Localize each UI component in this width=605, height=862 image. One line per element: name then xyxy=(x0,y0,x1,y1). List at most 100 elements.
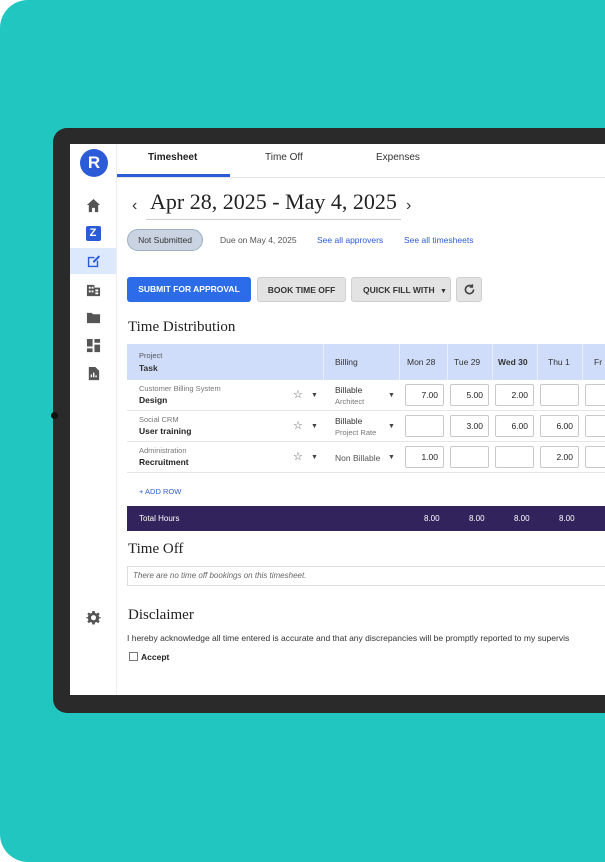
day-header-thu: Thu 1 xyxy=(548,357,570,367)
time-off-title: Time Off xyxy=(128,541,184,557)
book-time-off-button[interactable]: BOOK TIME OFF xyxy=(257,277,346,302)
total-tue: 8.00 xyxy=(469,514,485,523)
table-row: Social CRM User training ☆ ▼ Billable Pr… xyxy=(127,411,605,442)
project-header: Project xyxy=(139,351,163,360)
favorite-star-icon[interactable]: ☆ xyxy=(293,419,303,432)
row-menu-chevron-icon[interactable]: ▼ xyxy=(311,454,318,461)
column-divider xyxy=(582,344,583,380)
column-divider xyxy=(399,344,400,380)
task-header: Task xyxy=(139,363,158,373)
row-billing-role: Architect xyxy=(335,397,365,406)
row-menu-chevron-icon[interactable]: ▼ xyxy=(311,423,318,430)
row-task: Design xyxy=(139,395,168,405)
hours-input[interactable]: 6.00 xyxy=(540,415,579,437)
checkbox-box[interactable] xyxy=(129,652,138,661)
sidebar: R Z xyxy=(70,144,117,695)
zoom-app-icon[interactable]: Z xyxy=(70,220,116,246)
table-row: Customer Billing System Design ☆ ▼ Billa… xyxy=(127,380,605,411)
column-divider xyxy=(537,344,538,380)
hours-input[interactable] xyxy=(585,446,605,468)
date-underline xyxy=(146,219,401,220)
row-billing[interactable]: Billable xyxy=(335,385,362,395)
column-divider xyxy=(323,344,324,380)
quick-fill-button[interactable]: QUICK FILL WITH ▼ xyxy=(351,277,451,302)
row-menu-chevron-icon[interactable]: ▼ xyxy=(311,392,318,399)
folder-icon[interactable] xyxy=(70,304,116,330)
tab-time-off[interactable]: Time Off xyxy=(265,152,303,163)
add-row-link[interactable]: + ADD ROW xyxy=(139,487,181,496)
next-week-button[interactable]: › xyxy=(406,197,411,215)
zoom-app-label: Z xyxy=(85,225,101,241)
hours-input[interactable]: 2.00 xyxy=(540,446,579,468)
time-off-empty-message: There are no time off bookings on this t… xyxy=(127,566,605,586)
hours-input[interactable]: 7.00 xyxy=(405,384,444,406)
total-hours-label: Total Hours xyxy=(139,514,180,523)
row-project: Administration xyxy=(139,446,187,455)
tab-expenses[interactable]: Expenses xyxy=(376,152,420,163)
hours-input[interactable] xyxy=(540,384,579,406)
hours-input[interactable] xyxy=(495,446,534,468)
accept-label: Accept xyxy=(141,652,170,662)
building-icon[interactable] xyxy=(70,276,116,302)
home-icon[interactable] xyxy=(70,192,116,218)
hours-input[interactable] xyxy=(450,446,489,468)
table-row: Administration Recruitment ☆ ▼ Non Billa… xyxy=(127,442,605,473)
quick-fill-label: QUICK FILL WITH xyxy=(363,285,435,295)
billing-dropdown-chevron-icon[interactable]: ▼ xyxy=(388,392,395,399)
app-screen: R Z Timesheet Time Off Expenses ‹ Apr 28… xyxy=(70,144,605,695)
accept-checkbox[interactable]: Accept xyxy=(129,652,169,662)
tab-timesheet[interactable]: Timesheet xyxy=(148,152,197,163)
submit-for-approval-button[interactable]: SUBMIT FOR APPROVAL xyxy=(127,277,251,302)
total-hours-row: Total Hours 8.00 8.00 8.00 8.00 xyxy=(127,506,605,531)
tablet-camera xyxy=(51,412,58,419)
row-billing-role: Project Rate xyxy=(335,428,377,437)
status-badge: Not Submitted xyxy=(127,229,203,251)
row-billing[interactable]: Billable xyxy=(335,416,362,426)
hours-input[interactable]: 1.00 xyxy=(405,446,444,468)
favorite-star-icon[interactable]: ☆ xyxy=(293,388,303,401)
disclaimer-text: I hereby acknowledge all time entered is… xyxy=(127,633,570,643)
chevron-down-icon: ▼ xyxy=(440,288,447,295)
timesheet-edit-icon[interactable] xyxy=(70,248,116,274)
total-mon: 8.00 xyxy=(424,514,440,523)
active-tab-indicator xyxy=(117,174,230,177)
previous-week-button[interactable]: ‹ xyxy=(132,197,137,215)
hours-input[interactable]: 3.00 xyxy=(450,415,489,437)
billing-header: Billing xyxy=(335,357,358,367)
row-project: Social CRM xyxy=(139,415,179,424)
hours-input[interactable]: 6.00 xyxy=(495,415,534,437)
billing-dropdown-chevron-icon[interactable]: ▼ xyxy=(388,423,395,430)
see-all-timesheets-link[interactable]: See all timesheets xyxy=(404,235,473,245)
gear-icon[interactable] xyxy=(70,604,116,630)
refresh-button[interactable] xyxy=(456,277,482,302)
day-header-wed: Wed 30 xyxy=(498,357,528,367)
favorite-star-icon[interactable]: ☆ xyxy=(293,450,303,463)
dashboard-icon[interactable] xyxy=(70,332,116,358)
hours-input[interactable] xyxy=(405,415,444,437)
billing-dropdown-chevron-icon[interactable]: ▼ xyxy=(388,454,395,461)
day-header-tue: Tue 29 xyxy=(454,357,481,367)
app-logo[interactable]: R xyxy=(80,149,108,177)
row-task: Recruitment xyxy=(139,457,189,467)
grid-header-row: Project Task Billing Mon 28 Tue 29 Wed 3… xyxy=(127,344,605,380)
refresh-icon xyxy=(464,284,474,295)
disclaimer-title: Disclaimer xyxy=(128,607,194,623)
row-task: User training xyxy=(139,426,192,436)
time-distribution-title: Time Distribution xyxy=(128,319,236,335)
column-divider xyxy=(492,344,493,380)
hours-input[interactable] xyxy=(585,415,605,437)
hours-input[interactable]: 2.00 xyxy=(495,384,534,406)
column-divider xyxy=(447,344,448,380)
see-all-approvers-link[interactable]: See all approvers xyxy=(317,235,383,245)
tablet-frame: R Z Timesheet Time Off Expenses ‹ Apr 28… xyxy=(51,128,605,713)
total-wed: 8.00 xyxy=(514,514,530,523)
date-range-title: Apr 28, 2025 - May 4, 2025 xyxy=(150,189,397,214)
row-project: Customer Billing System xyxy=(139,384,221,393)
tab-bar: Timesheet Time Off Expenses xyxy=(117,144,605,178)
hours-input[interactable]: 6 xyxy=(585,384,605,406)
teal-background: R Z Timesheet Time Off Expenses ‹ Apr 28… xyxy=(0,0,605,862)
row-billing[interactable]: Non Billable xyxy=(335,453,380,463)
document-chart-icon[interactable] xyxy=(70,360,116,386)
hours-input[interactable]: 5.00 xyxy=(450,384,489,406)
day-header-fri: Fr xyxy=(594,357,603,367)
